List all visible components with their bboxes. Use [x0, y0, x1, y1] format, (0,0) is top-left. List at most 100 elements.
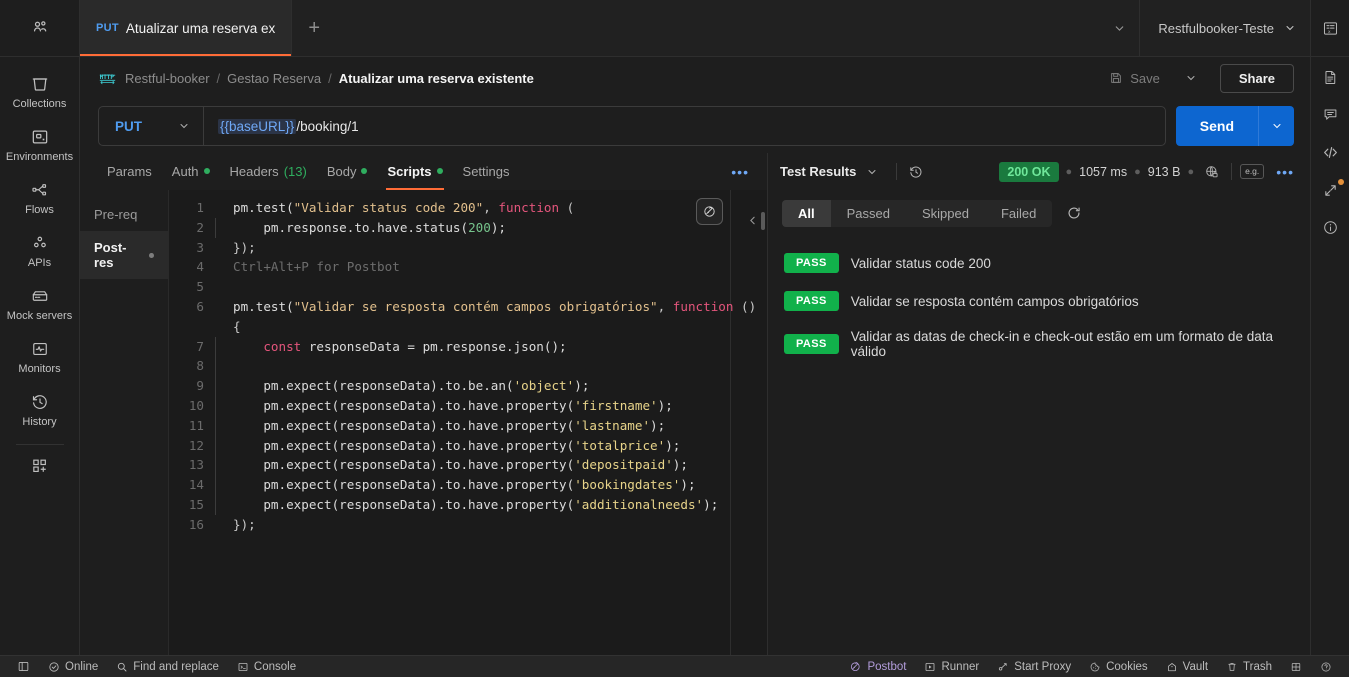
gutter-7: 7: [169, 337, 215, 357]
start-proxy-label: Start Proxy: [1014, 661, 1071, 673]
save-options-chevron-down-icon[interactable]: [1176, 72, 1206, 84]
gutter-9: 9: [169, 376, 215, 396]
tab-settings[interactable]: Settings: [454, 153, 519, 190]
tab-headers-label: Headers: [230, 164, 279, 179]
sidebar-item-history[interactable]: History: [0, 383, 80, 436]
runner-icon: [924, 661, 936, 673]
breadcrumb-folder[interactable]: Gestao Reserva: [227, 71, 321, 86]
tab-body[interactable]: Body: [318, 153, 377, 190]
status-badge: 200 OK: [999, 162, 1058, 182]
url-input[interactable]: {{baseURL}}/booking/1: [204, 119, 1165, 134]
script-nav-pre-request[interactable]: Pre-req: [80, 198, 168, 231]
start-proxy-button[interactable]: Start Proxy: [988, 661, 1080, 673]
postbot-label: Postbot: [867, 661, 906, 673]
postbot-button[interactable]: Postbot: [840, 660, 915, 673]
tab-headers[interactable]: Headers (13): [221, 153, 316, 190]
sidebar-item-add-new[interactable]: [0, 447, 80, 484]
code-text-10: pm.expect(responseData).to.have.property…: [215, 396, 767, 416]
code-line-5: 5: [169, 277, 767, 297]
rail-team-header[interactable]: [0, 0, 80, 57]
sidebar-item-environments[interactable]: Environments: [0, 118, 80, 171]
comments-icon[interactable]: [1322, 106, 1339, 123]
code-line-9: 9 pm.expect(responseData).to.be.an('obje…: [169, 376, 767, 396]
test-results-filter-bar: All Passed Skipped Failed: [768, 190, 1310, 236]
help-button[interactable]: [1311, 661, 1341, 673]
related-links-notification-dot: [1338, 179, 1344, 185]
gutter-6: 6: [169, 297, 215, 317]
new-tab-button[interactable]: +: [292, 0, 336, 56]
filter-failed[interactable]: Failed: [985, 200, 1052, 227]
tab-auth[interactable]: Auth: [163, 153, 219, 190]
response-time: 1057 ms: [1079, 165, 1127, 179]
gutter-5: 5: [169, 277, 215, 297]
workspace-name: Restfulbooker-Teste: [1158, 21, 1274, 36]
response-history-icon[interactable]: [905, 161, 927, 183]
cookies-button[interactable]: Cookies: [1080, 661, 1157, 673]
url-variable: {{baseURL}}: [218, 119, 296, 134]
runner-button[interactable]: Runner: [915, 661, 988, 673]
tab-list-chevron-down-icon[interactable]: [1099, 0, 1139, 56]
response-example-icon[interactable]: e.g.: [1240, 164, 1264, 178]
find-and-replace-button[interactable]: Find and replace: [107, 661, 228, 673]
editor-vertical-scrollbar[interactable]: [761, 212, 765, 230]
sidebar-item-apis[interactable]: APIs: [0, 224, 80, 277]
test-name: Validar se resposta contém campos obriga…: [851, 294, 1139, 309]
sidebar-label-mock-servers: Mock servers: [7, 310, 72, 322]
filter-passed[interactable]: Passed: [831, 200, 906, 227]
rerun-tests-refresh-icon[interactable]: [1060, 201, 1088, 225]
code-line-12: 12 pm.expect(responseData).to.have.prope…: [169, 436, 767, 456]
info-icon[interactable]: [1322, 219, 1339, 236]
http-method-select[interactable]: PUT: [99, 107, 204, 145]
tab-auth-dot-icon: [204, 168, 210, 174]
sidebar-item-mock-servers[interactable]: Mock servers: [0, 277, 80, 330]
sidebar-item-collections[interactable]: Collections: [0, 65, 80, 118]
code-text-16: });: [215, 515, 767, 535]
layout-toggle-button[interactable]: [1281, 661, 1311, 673]
sidebar-label-apis: APIs: [28, 257, 51, 269]
test-name: Validar status code 200: [851, 256, 991, 271]
script-nav-pre-request-label: Pre-req: [94, 207, 137, 222]
collapse-panel-chevron-left-icon[interactable]: [746, 214, 759, 227]
gutter-16: 16: [169, 515, 215, 535]
tab-scripts[interactable]: Scripts: [378, 153, 451, 190]
toggle-sidebar-button[interactable]: [8, 660, 39, 673]
response-network-secure-icon[interactable]: [1201, 161, 1223, 183]
related-links-icon[interactable]: [1322, 182, 1339, 199]
request-tab-active[interactable]: PUT Atualizar uma reserva ex: [80, 0, 292, 56]
code-snippet-icon[interactable]: [1321, 143, 1340, 162]
console-button[interactable]: Console: [228, 661, 305, 673]
save-button[interactable]: Save: [1101, 66, 1168, 91]
console-icon: [237, 661, 249, 673]
filter-all[interactable]: All: [782, 200, 831, 227]
trash-button[interactable]: Trash: [1217, 661, 1281, 673]
postbot-generate-icon[interactable]: [696, 198, 723, 225]
gutter-4: 4: [169, 257, 215, 277]
workspace-selector[interactable]: Restfulbooker-Teste: [1139, 0, 1310, 56]
monitors-icon: [30, 339, 50, 359]
tab-params[interactable]: Params: [98, 153, 161, 190]
script-code-editor[interactable]: 1 pm.test("Validar status code 200", fun…: [168, 190, 767, 655]
send-button[interactable]: Send: [1176, 106, 1258, 146]
breadcrumb-bar: HTTP Restful-booker / Gestao Reserva / A…: [80, 57, 1310, 99]
filter-skipped[interactable]: Skipped: [906, 200, 985, 227]
sidebar-item-monitors[interactable]: Monitors: [0, 330, 80, 383]
documentation-icon[interactable]: [1322, 69, 1339, 86]
breadcrumb-collection[interactable]: Restful-booker: [125, 71, 210, 86]
script-nav-post-response[interactable]: Post-res: [80, 231, 168, 279]
response-view-chevron-down-icon[interactable]: [856, 166, 888, 178]
status-online[interactable]: Online: [39, 661, 107, 673]
send-options-chevron-down-icon[interactable]: [1258, 106, 1294, 146]
mid-row: Collections Environments: [0, 57, 1349, 655]
team-icon: [30, 18, 50, 38]
sidebar-item-flows[interactable]: Flows: [0, 171, 80, 224]
rail-right-vault-header[interactable]: x: [1310, 0, 1349, 57]
postman-app-window: PUT Atualizar uma reserva ex + Restfulbo…: [0, 0, 1349, 677]
gutter-3: 3: [169, 238, 215, 258]
response-pane: Test Results 200 OK ● 10: [768, 153, 1310, 655]
vault-button[interactable]: Vault: [1157, 661, 1217, 673]
gutter-1: 1: [169, 198, 215, 218]
request-more-options-icon[interactable]: •••: [727, 164, 753, 180]
response-more-options-icon[interactable]: •••: [1272, 164, 1298, 180]
share-button[interactable]: Share: [1220, 64, 1294, 93]
code-line-10: 10 pm.expect(responseData).to.have.prope…: [169, 396, 767, 416]
